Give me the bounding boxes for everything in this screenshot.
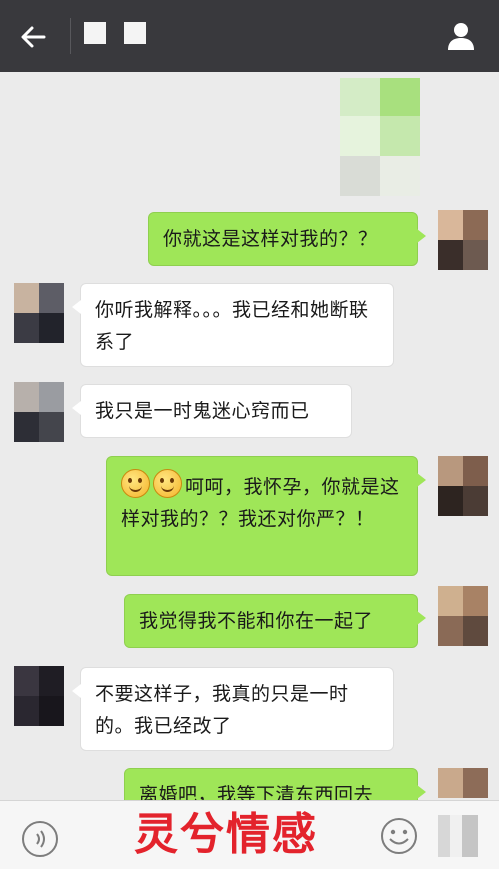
message-bubble-received[interactable]: 我只是一时鬼迷心窍而已 <box>72 384 352 438</box>
message-bubble-received[interactable]: 不要这样子，我真的只是一时的。我已经改了 <box>72 667 394 751</box>
contact-avatar[interactable] <box>14 382 64 442</box>
more-options-button[interactable] <box>438 815 478 857</box>
my-avatar[interactable] <box>438 586 488 646</box>
chat-header <box>0 0 499 72</box>
message-text: 你就这是这样对我的？？ <box>163 228 378 250</box>
message-bubble-sent[interactable]: 你就这是这样对我的？？ <box>148 212 426 266</box>
message-text: 我觉得我不能和你在一起了 <box>139 610 374 632</box>
mosaic-block <box>340 116 380 156</box>
message-text: 我只是一时鬼迷心窍而已 <box>95 400 310 422</box>
contact-avatar[interactable] <box>14 283 64 343</box>
message-bubble-sent[interactable]: 呵呵，我怀孕，你就是这样对我的？？我还对你严？！ <box>106 456 426 576</box>
smile-emoji-icon <box>153 469 182 498</box>
mosaic-block <box>380 78 420 116</box>
chat-input-bar: 灵兮情感 <box>0 800 499 869</box>
person-icon[interactable] <box>445 20 477 52</box>
voice-icon[interactable] <box>20 819 60 859</box>
mosaic-block <box>340 78 380 116</box>
message-text: 不要这样子，我真的只是一时的。我已经改了 <box>95 683 349 737</box>
chat-title-redacted <box>124 22 146 44</box>
message-text: 你听我解释。。。我已经和她断联系了 <box>95 299 369 353</box>
mosaic-block <box>380 116 420 156</box>
mosaic-block <box>380 156 420 196</box>
back-arrow-icon[interactable] <box>18 22 48 52</box>
header-divider <box>70 18 71 54</box>
smile-emoji-icon <box>121 469 150 498</box>
message-bubble-sent[interactable]: 我觉得我不能和你在一起了 <box>124 594 426 648</box>
emoji-face-icon[interactable] <box>380 817 418 855</box>
contact-avatar[interactable] <box>14 666 64 726</box>
message-bubble-received[interactable]: 你听我解释。。。我已经和她断联系了 <box>72 283 394 367</box>
watermark-text: 灵兮情感 <box>134 809 318 860</box>
chat-title-redacted <box>84 22 106 44</box>
my-avatar[interactable] <box>438 456 488 516</box>
mosaic-block <box>340 156 380 196</box>
my-avatar[interactable] <box>438 210 488 270</box>
